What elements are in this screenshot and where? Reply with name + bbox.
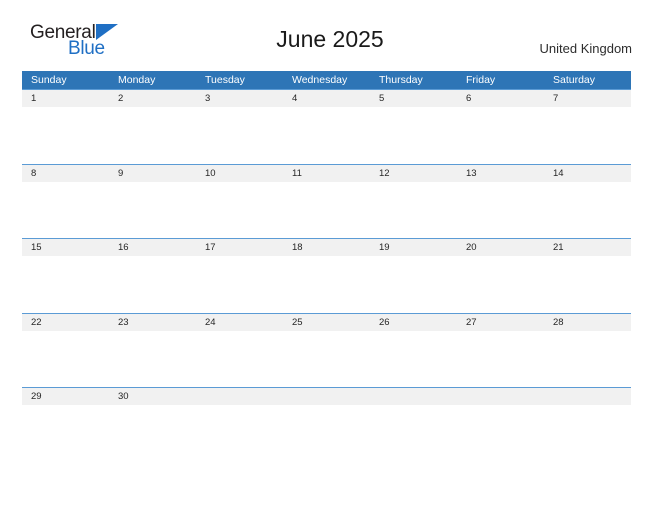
weekday-saturday: Saturday [553, 74, 596, 86]
day-note-area[interactable] [109, 107, 196, 164]
day-note-area[interactable] [457, 331, 544, 388]
day-note-area[interactable] [109, 405, 196, 462]
date-number-band: 15 16 17 18 19 20 21 [22, 239, 631, 256]
day-note-area [457, 405, 544, 462]
day-number[interactable]: 3 [196, 90, 283, 107]
day-note-area[interactable] [544, 107, 631, 164]
day-number[interactable]: 5 [370, 90, 457, 107]
weekday-tuesday: Tuesday [205, 74, 245, 86]
weekday-header-row: Sunday Monday Tuesday Wednesday Thursday… [22, 71, 631, 89]
date-number-band: 8 9 10 11 12 13 14 [22, 164, 631, 182]
day-note-area[interactable] [109, 331, 196, 388]
day-note-area [283, 405, 370, 462]
day-note-area[interactable] [22, 331, 109, 388]
day-note-area-row [22, 256, 631, 313]
day-number[interactable]: 21 [544, 239, 631, 256]
day-number[interactable]: 19 [370, 239, 457, 256]
week-row: 29 30 [22, 387, 631, 462]
day-number[interactable]: 25 [283, 314, 370, 331]
day-note-area[interactable] [544, 256, 631, 313]
day-number[interactable]: 17 [196, 239, 283, 256]
day-number[interactable]: 9 [109, 165, 196, 182]
day-note-area[interactable] [196, 182, 283, 239]
week-row: 8 9 10 11 12 13 14 [22, 163, 631, 239]
date-number-band: 1 2 3 4 5 6 7 [22, 90, 631, 107]
day-note-area[interactable] [544, 182, 631, 239]
day-note-area[interactable] [22, 405, 109, 462]
day-number [283, 388, 370, 405]
page-header: General Blue June 2025 United Kingdom [0, 0, 660, 66]
weekday-monday: Monday [118, 74, 156, 86]
day-number [457, 388, 544, 405]
day-number[interactable]: 15 [22, 239, 109, 256]
day-note-area [544, 405, 631, 462]
day-note-area[interactable] [22, 256, 109, 313]
week-row: 22 23 24 25 26 27 28 [22, 312, 631, 388]
day-note-area[interactable] [370, 107, 457, 164]
day-note-area-row [22, 330, 631, 388]
country-label: United Kingdom [539, 41, 633, 56]
day-note-area[interactable] [370, 182, 457, 239]
week-row: 15 16 17 18 19 20 21 [22, 238, 631, 313]
calendar-grid: Sunday Monday Tuesday Wednesday Thursday… [22, 71, 631, 462]
day-note-area[interactable] [196, 256, 283, 313]
day-number[interactable]: 4 [283, 90, 370, 107]
day-number[interactable]: 28 [544, 314, 631, 331]
day-note-area[interactable] [109, 182, 196, 239]
week-row: 1 2 3 4 5 6 7 [22, 89, 631, 164]
day-note-area[interactable] [370, 256, 457, 313]
day-number[interactable]: 16 [109, 239, 196, 256]
day-number [196, 388, 283, 405]
weekday-sunday: Sunday [31, 74, 67, 86]
day-note-area[interactable] [457, 107, 544, 164]
date-number-band: 29 30 [22, 388, 631, 405]
day-number[interactable]: 7 [544, 90, 631, 107]
day-note-area[interactable] [196, 107, 283, 164]
day-number[interactable]: 23 [109, 314, 196, 331]
day-note-area[interactable] [283, 182, 370, 239]
day-number[interactable]: 13 [457, 165, 544, 182]
day-number[interactable]: 22 [22, 314, 109, 331]
day-note-area[interactable] [109, 256, 196, 313]
day-note-area [196, 405, 283, 462]
day-number[interactable]: 1 [22, 90, 109, 107]
day-number[interactable]: 10 [196, 165, 283, 182]
day-number[interactable]: 8 [22, 165, 109, 182]
date-number-band: 22 23 24 25 26 27 28 [22, 313, 631, 331]
weekday-thursday: Thursday [379, 74, 423, 86]
day-note-area[interactable] [196, 331, 283, 388]
day-number[interactable]: 12 [370, 165, 457, 182]
day-number[interactable]: 27 [457, 314, 544, 331]
day-number [544, 388, 631, 405]
day-number[interactable]: 20 [457, 239, 544, 256]
day-note-area[interactable] [283, 331, 370, 388]
weekday-wednesday: Wednesday [292, 74, 348, 86]
day-number[interactable]: 11 [283, 165, 370, 182]
day-note-area[interactable] [22, 182, 109, 239]
calendar-page: General Blue June 2025 United Kingdom Su… [0, 0, 660, 510]
day-note-area[interactable] [457, 256, 544, 313]
day-note-area-row [22, 405, 631, 462]
day-note-area[interactable] [22, 107, 109, 164]
day-number[interactable]: 26 [370, 314, 457, 331]
day-number[interactable]: 30 [109, 388, 196, 405]
day-number[interactable]: 14 [544, 165, 631, 182]
day-number[interactable]: 24 [196, 314, 283, 331]
day-note-area-row [22, 181, 631, 239]
day-note-area-row [22, 107, 631, 164]
weekday-friday: Friday [466, 74, 496, 86]
day-number[interactable]: 6 [457, 90, 544, 107]
day-number[interactable]: 18 [283, 239, 370, 256]
day-note-area [370, 405, 457, 462]
day-number [370, 388, 457, 405]
day-note-area[interactable] [283, 256, 370, 313]
day-number[interactable]: 2 [109, 90, 196, 107]
day-number[interactable]: 29 [22, 388, 109, 405]
day-note-area[interactable] [283, 107, 370, 164]
day-note-area[interactable] [457, 182, 544, 239]
day-note-area[interactable] [544, 331, 631, 388]
day-note-area[interactable] [370, 331, 457, 388]
